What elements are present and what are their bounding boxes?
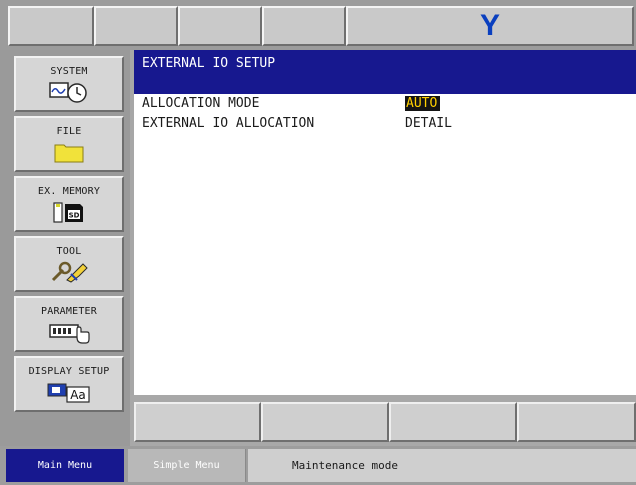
allocation-mode-selected[interactable]: AUTO	[405, 96, 441, 111]
menu-label-display-setup: DISPLAY SETUP	[28, 366, 110, 377]
display-setup-icon: Aa	[45, 380, 93, 404]
menu-label-ex-memory: EX. MEMORY	[37, 186, 101, 197]
top-tab-1[interactable]	[8, 6, 94, 46]
folder-icon	[54, 140, 84, 164]
brand-logo: Y	[346, 6, 634, 46]
parameter-hand-icon	[47, 320, 91, 344]
top-tab-4[interactable]	[262, 6, 346, 46]
menu-label-file: FILE	[56, 126, 82, 137]
system-icon	[49, 80, 89, 104]
function-key-1[interactable]	[134, 402, 261, 442]
external-io-allocation-value[interactable]: DETAIL	[405, 116, 452, 131]
function-key-2[interactable]	[261, 402, 389, 442]
menu-button-ex-memory[interactable]: EX. MEMORY SD	[14, 176, 124, 232]
allocation-mode-value[interactable]: AUTO	[405, 96, 441, 111]
menu-button-parameter[interactable]: PARAMETER	[14, 296, 124, 352]
menu-button-system[interactable]: SYSTEM	[14, 56, 124, 112]
menu-button-tool[interactable]: TOOL	[14, 236, 124, 292]
brand-letter: Y	[479, 9, 500, 42]
screen-title: EXTERNAL IO SETUP	[142, 56, 276, 71]
menu-label-system: SYSTEM	[50, 66, 88, 77]
external-io-allocation-label: EXTERNAL IO ALLOCATION	[142, 116, 315, 131]
allocation-mode-label: ALLOCATION MODE	[142, 96, 260, 111]
top-tab-2[interactable]	[94, 6, 178, 46]
sd-card-icon: SD	[51, 200, 87, 224]
tool-icon	[49, 260, 89, 284]
screen-title-bar: EXTERNAL IO SETUP	[134, 50, 636, 94]
menu-label-tool: TOOL	[56, 246, 82, 257]
menu-label-parameter: PARAMETER	[41, 306, 97, 317]
function-key-4[interactable]	[517, 402, 636, 442]
mode-indicator: Maintenance mode	[248, 449, 636, 482]
main-menu-button[interactable]: Main Menu	[6, 449, 124, 482]
svg-text:Aa: Aa	[70, 388, 86, 402]
menu-button-file[interactable]: FILE	[14, 116, 124, 172]
svg-text:SD: SD	[69, 212, 80, 220]
mode-text: Maintenance mode	[292, 459, 398, 472]
top-tab-3[interactable]	[178, 6, 262, 46]
function-key-3[interactable]	[389, 402, 517, 442]
simple-menu-button[interactable]: Simple Menu	[128, 449, 246, 482]
menu-button-display-setup[interactable]: DISPLAY SETUP Aa	[14, 356, 124, 412]
